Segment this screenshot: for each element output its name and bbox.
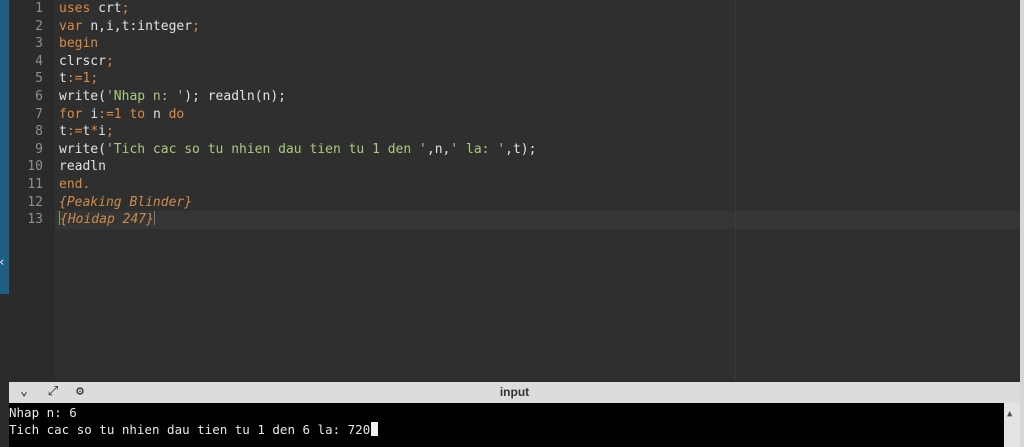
line-number: 12 <box>27 194 43 210</box>
code-line[interactable]: uses crt; <box>59 0 129 18</box>
console-text: Nhap n: 6 <box>9 405 77 420</box>
code-line[interactable]: var n,i,t:integer; <box>59 18 200 36</box>
print-margin-line <box>735 0 736 380</box>
code-token: uses <box>59 1 99 16</box>
code-token: i <box>98 124 106 140</box>
code-token: i <box>90 106 99 122</box>
code-token: clrscr <box>59 53 106 69</box>
code-token: end. <box>59 177 91 192</box>
code-token: do <box>168 106 185 122</box>
code-token: var <box>59 18 91 34</box>
line-number: 3 <box>35 36 43 52</box>
line-number: 8 <box>35 124 43 140</box>
line-number: 5 <box>35 71 43 87</box>
code-token: n,i,t:integer <box>90 18 193 34</box>
line-number: 13 <box>27 212 43 228</box>
code-token: to <box>129 106 153 122</box>
code-line[interactable]: end. <box>59 176 90 194</box>
line-number: 7 <box>35 106 43 122</box>
code-token: ,n, <box>426 141 451 157</box>
code-token: := <box>98 106 114 122</box>
code-line[interactable]: for i:=1 to n do <box>59 106 184 124</box>
code-token: := <box>66 124 83 140</box>
code-line[interactable]: begin <box>59 35 98 53</box>
code-token: t <box>59 71 67 87</box>
code-line[interactable]: t:=t*i; <box>59 123 114 141</box>
code-token: {Peaking Blinder} <box>59 194 193 210</box>
code-token: 1 <box>113 106 130 122</box>
code-token: := <box>66 71 83 87</box>
code-token: ; <box>90 71 99 87</box>
line-number: 1 <box>35 1 43 16</box>
code-token: write( <box>59 141 106 157</box>
line-number: 4 <box>35 53 43 69</box>
code-token: ; <box>105 53 114 69</box>
line-number-gutter: 1 2 3 4 5 6 7 8 9 10 11 12 13 <box>9 0 55 380</box>
code-token: ; <box>105 124 114 140</box>
line-number: 9 <box>35 141 43 157</box>
side-panel-strip[interactable]: ‹ <box>0 0 9 294</box>
console-text: Tich cac so tu nhien dau tien tu 1 den 6… <box>9 422 371 437</box>
code-token: n <box>152 106 169 122</box>
line-number: 2 <box>35 18 43 34</box>
code-token: write( <box>59 89 106 104</box>
console-line: Nhap n: 6 <box>9 404 77 421</box>
code-line[interactable]: {Hoidap 247} <box>59 211 155 229</box>
code-editor[interactable]: 1 2 3 4 5 6 7 8 9 10 11 12 13 uses crt; var n,i,t:int… <box>9 0 1020 380</box>
code-token: * <box>90 124 99 140</box>
scroll-up-arrow-icon[interactable]: ▲ <box>1007 409 1012 419</box>
window-scrollbar[interactable] <box>1020 0 1024 447</box>
console-output[interactable]: Nhap n: 6 Tich cac so tu nhien dau tien t… <box>9 403 1004 447</box>
code-token: {Hoidap 247} <box>60 212 154 228</box>
code-line[interactable]: readln <box>59 158 106 176</box>
code-token: crt <box>98 1 122 16</box>
code-line[interactable]: clrscr; <box>59 53 114 71</box>
code-token: ' la: ' <box>450 141 506 157</box>
code-line[interactable]: {Peaking Blinder} <box>59 194 192 212</box>
code-token: ,t); <box>505 141 537 157</box>
code-token: readln <box>59 159 106 175</box>
line-number: 10 <box>27 159 43 175</box>
console-line: Tich cac so tu nhien dau tien tu 1 den 6… <box>9 421 379 438</box>
collapse-icon[interactable]: ⌄ <box>15 383 33 401</box>
code-line[interactable]: write('Nhap n: '); readln(n); <box>59 88 286 106</box>
chevron-left-icon[interactable]: ‹ <box>0 256 6 269</box>
active-line-highlight <box>55 211 1020 229</box>
gear-icon[interactable]: ⚙ <box>71 383 89 401</box>
code-token: 'Nhap n: ' <box>105 89 185 104</box>
code-line[interactable]: write('Tich cac so tu nhien dau tien tu … <box>59 141 536 159</box>
code-token: ; <box>192 18 200 34</box>
bracket-match-marker <box>153 211 155 226</box>
line-number: 11 <box>27 177 43 192</box>
code-token: ; <box>121 1 130 16</box>
code-token: begin <box>59 36 99 52</box>
console-caret <box>371 422 379 436</box>
console-scrollbar[interactable]: ▲ <box>1004 403 1020 447</box>
code-token: 'Tich cac so tu nhien dau tien tu 1 den … <box>105 141 427 157</box>
panel-title: input <box>499 385 530 399</box>
code-token: t <box>59 124 67 140</box>
expand-icon[interactable]: ⤢ <box>44 383 62 401</box>
code-token: ); readln(n); <box>184 89 286 104</box>
code-token: for <box>59 106 91 122</box>
line-number: 6 <box>35 89 43 104</box>
console-panel-header: input ⌄ ⤢ ⚙ <box>9 382 1020 403</box>
code-line[interactable]: t:=1; <box>59 70 98 88</box>
